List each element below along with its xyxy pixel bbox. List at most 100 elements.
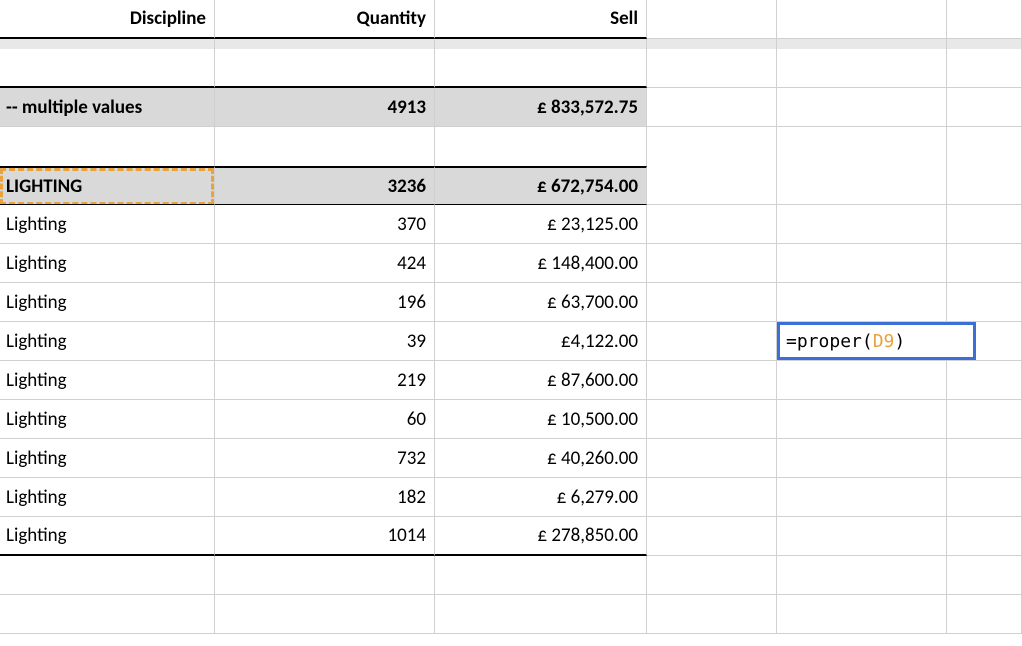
cell-empty[interactable] bbox=[647, 283, 777, 322]
cell-quantity[interactable]: 219 bbox=[215, 361, 435, 400]
cell-quantity[interactable]: 424 bbox=[215, 244, 435, 283]
cell-discipline[interactable]: Lighting bbox=[0, 205, 215, 244]
cell-empty[interactable] bbox=[777, 361, 947, 400]
cell-empty[interactable] bbox=[947, 166, 1022, 205]
cell-empty[interactable] bbox=[777, 127, 947, 166]
cell-empty[interactable] bbox=[647, 361, 777, 400]
cell-sell[interactable]: £ 10,500.00 bbox=[435, 400, 647, 439]
cell-empty[interactable] bbox=[777, 595, 947, 634]
cell-empty[interactable] bbox=[947, 400, 1022, 439]
summary-quantity[interactable]: 4913 bbox=[215, 88, 435, 127]
cell-empty[interactable] bbox=[777, 0, 947, 39]
cell-empty[interactable] bbox=[647, 595, 777, 634]
spacer bbox=[215, 39, 435, 49]
formula-editing-cell[interactable]: =proper(D9) bbox=[777, 322, 947, 361]
cell-empty[interactable] bbox=[0, 49, 215, 88]
cell-empty[interactable] bbox=[947, 478, 1022, 517]
cell-discipline[interactable]: Lighting bbox=[0, 517, 215, 556]
cell-quantity[interactable]: 182 bbox=[215, 478, 435, 517]
cell-empty[interactable] bbox=[777, 205, 947, 244]
cell-empty[interactable] bbox=[947, 595, 1022, 634]
cell-discipline[interactable]: Lighting bbox=[0, 244, 215, 283]
cell-sell[interactable]: £ 87,600.00 bbox=[435, 361, 647, 400]
cell-empty[interactable] bbox=[947, 244, 1022, 283]
cell-empty[interactable] bbox=[647, 244, 777, 283]
summary-sell[interactable]: £ 833,572.75 bbox=[435, 88, 647, 127]
cell-empty[interactable] bbox=[777, 517, 947, 556]
cell-empty[interactable] bbox=[647, 0, 777, 39]
cell-empty[interactable] bbox=[777, 88, 947, 127]
cell-empty[interactable] bbox=[215, 49, 435, 88]
cell-empty[interactable] bbox=[647, 49, 777, 88]
cell-sell[interactable]: £4,122.00 bbox=[435, 322, 647, 361]
cell-empty[interactable] bbox=[435, 556, 647, 595]
cell-empty[interactable] bbox=[647, 517, 777, 556]
cell-quantity[interactable]: 1014 bbox=[215, 517, 435, 556]
header-discipline[interactable]: Discipline bbox=[0, 0, 215, 39]
formula-editor[interactable]: =proper(D9) bbox=[777, 322, 976, 360]
cell-empty[interactable] bbox=[777, 244, 947, 283]
cell-empty[interactable] bbox=[777, 283, 947, 322]
cell-empty[interactable] bbox=[435, 595, 647, 634]
cell-empty[interactable] bbox=[647, 322, 777, 361]
cell-quantity[interactable]: 732 bbox=[215, 439, 435, 478]
cell-empty[interactable] bbox=[647, 127, 777, 166]
summary-label[interactable]: -- multiple values bbox=[0, 88, 215, 127]
group-quantity[interactable]: 3236 bbox=[215, 166, 435, 205]
cell-quantity[interactable]: 39 bbox=[215, 322, 435, 361]
cell-empty[interactable] bbox=[947, 0, 1022, 39]
cell-empty[interactable] bbox=[777, 400, 947, 439]
cell-empty[interactable] bbox=[947, 517, 1022, 556]
header-sell[interactable]: Sell bbox=[435, 0, 647, 39]
cell-empty[interactable] bbox=[947, 556, 1022, 595]
cell-discipline[interactable]: Lighting bbox=[0, 361, 215, 400]
cell-empty[interactable] bbox=[777, 556, 947, 595]
cell-empty[interactable] bbox=[435, 127, 647, 166]
cell-sell[interactable]: £ 6,279.00 bbox=[435, 478, 647, 517]
spacer bbox=[947, 39, 1022, 49]
spreadsheet-grid[interactable]: Discipline Quantity Sell -- multiple val… bbox=[0, 0, 1022, 634]
cell-empty[interactable] bbox=[947, 49, 1022, 88]
cell-discipline[interactable]: Lighting bbox=[0, 322, 215, 361]
cell-empty[interactable] bbox=[777, 439, 947, 478]
cell-empty[interactable] bbox=[947, 361, 1022, 400]
cell-empty[interactable] bbox=[215, 127, 435, 166]
cell-empty[interactable] bbox=[947, 205, 1022, 244]
cell-quantity[interactable]: 370 bbox=[215, 205, 435, 244]
cell-empty[interactable] bbox=[947, 88, 1022, 127]
cell-quantity[interactable]: 196 bbox=[215, 283, 435, 322]
cell-empty[interactable] bbox=[947, 283, 1022, 322]
cell-sell[interactable]: £ 278,850.00 bbox=[435, 517, 647, 556]
cell-empty[interactable] bbox=[215, 595, 435, 634]
cell-discipline[interactable]: Lighting bbox=[0, 283, 215, 322]
cell-empty[interactable] bbox=[647, 478, 777, 517]
cell-empty[interactable] bbox=[435, 49, 647, 88]
cell-empty[interactable] bbox=[777, 166, 947, 205]
cell-empty[interactable] bbox=[647, 556, 777, 595]
cell-empty[interactable] bbox=[777, 49, 947, 88]
header-quantity[interactable]: Quantity bbox=[215, 0, 435, 39]
cell-empty[interactable] bbox=[0, 127, 215, 166]
cell-empty[interactable] bbox=[647, 166, 777, 205]
cell-sell[interactable]: £ 23,125.00 bbox=[435, 205, 647, 244]
cell-empty[interactable] bbox=[647, 400, 777, 439]
cell-empty[interactable] bbox=[647, 205, 777, 244]
group-label-cell[interactable]: LIGHTING bbox=[0, 166, 215, 205]
cell-discipline[interactable]: Lighting bbox=[0, 400, 215, 439]
cell-empty[interactable] bbox=[647, 88, 777, 127]
cell-sell[interactable]: £ 63,700.00 bbox=[435, 283, 647, 322]
cell-empty[interactable] bbox=[0, 595, 215, 634]
cell-empty[interactable] bbox=[0, 556, 215, 595]
cell-sell[interactable]: £ 148,400.00 bbox=[435, 244, 647, 283]
cell-quantity[interactable]: 60 bbox=[215, 400, 435, 439]
cell-empty[interactable] bbox=[947, 127, 1022, 166]
cell-empty[interactable] bbox=[215, 556, 435, 595]
group-sell[interactable]: £ 672,754.00 bbox=[435, 166, 647, 205]
cell-sell[interactable]: £ 40,260.00 bbox=[435, 439, 647, 478]
cell-empty[interactable] bbox=[947, 439, 1022, 478]
spacer bbox=[777, 39, 947, 49]
cell-discipline[interactable]: Lighting bbox=[0, 478, 215, 517]
cell-empty[interactable] bbox=[647, 439, 777, 478]
cell-discipline[interactable]: Lighting bbox=[0, 439, 215, 478]
cell-empty[interactable] bbox=[777, 478, 947, 517]
